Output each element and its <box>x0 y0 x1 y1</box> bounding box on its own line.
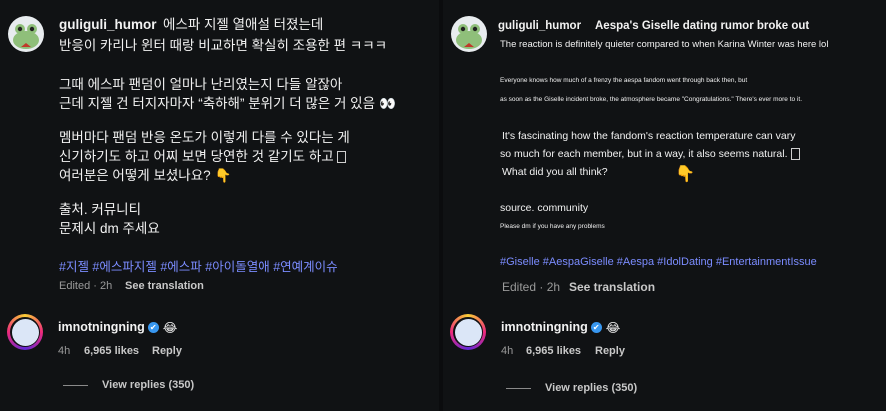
reply-author[interactable]: imnotningning ✔ 😂 <box>58 320 177 335</box>
comment-author[interactable]: guliguli_humor <box>498 20 581 32</box>
comment-line: 신기하기도 하고 어찌 보면 당연한 것 같기도 하고 <box>59 148 346 166</box>
reply-avatar[interactable] <box>450 314 486 350</box>
reply-likes[interactable]: 6,965 likes <box>84 345 139 357</box>
edited-time: Edited · 2h <box>502 280 561 294</box>
comment-line: 근데 지젤 건 터지자마자 “축하해” 분위기 더 많은 거 있음 👀 <box>59 96 396 112</box>
hashtags[interactable]: #지젤 #에스파지젤 #에스파 #아이돌열애 #연예계이슈 <box>59 256 338 275</box>
frog-avatar[interactable] <box>451 16 487 52</box>
comment-line: 반응이 카리나 윈터 때랑 비교하면 확실히 조용한 편 ㅋㅋㅋ <box>59 38 388 53</box>
view-replies-button[interactable]: View replies (350) <box>102 379 194 391</box>
reply-author[interactable]: imnotningning ✔ 😂 <box>501 320 620 335</box>
comment-line: Everyone knows how much of a frenzy the … <box>500 77 748 84</box>
laughing-emoji-icon: 😂 <box>162 321 178 336</box>
replies-divider <box>63 385 88 386</box>
comment-line: It's fascinating how the fandom's reacti… <box>502 130 796 142</box>
view-replies-button[interactable]: View replies (350) <box>545 382 637 394</box>
missing-glyph-icon <box>336 151 346 164</box>
comment-line: Please dm if you have any problems <box>500 223 605 230</box>
hashtags[interactable]: #Giselle #AespaGiselle #Aespa #IdolDatin… <box>500 256 817 268</box>
comment-line: 문제시 dm 주세요 <box>59 221 160 236</box>
original-comment-panel: guliguli_humor 에스파 지젤 열애설 터졌는데 반응이 카리나 윈… <box>0 0 438 411</box>
see-translation-link[interactable]: See translation <box>569 280 655 294</box>
verified-badge-icon: ✔ <box>590 322 602 334</box>
reply-button[interactable]: Reply <box>595 345 625 357</box>
comment-line: 그때 에스파 팬덤이 얼마나 난리였는지 다들 알잖아 <box>59 77 343 92</box>
comment-line: The reaction is definitely quieter compa… <box>500 39 829 50</box>
reply-likes[interactable]: 6,965 likes <box>526 345 581 357</box>
comment-line: 여러분은 어떻게 보셨나요? 👇 <box>59 168 232 184</box>
comment-line: What did you all think? <box>502 166 608 178</box>
translated-comment-panel: guliguli_humor Aespa's Giselle dating ru… <box>443 0 886 411</box>
reply-time: 4h <box>501 345 514 357</box>
eyes-icon: 👀 <box>379 96 396 112</box>
comment-line: as soon as the Giselle incident broke, t… <box>500 96 803 103</box>
comment-line: so much for each member, but in a way, i… <box>500 148 800 161</box>
comment-line: Aespa's Giselle dating rumor broke out <box>595 20 810 32</box>
see-translation-link[interactable]: See translation <box>125 280 204 292</box>
edited-time: Edited · 2h <box>59 280 113 292</box>
comment-line: 출처. 커뮤니티 <box>59 202 142 217</box>
frog-avatar[interactable] <box>8 16 44 52</box>
laughing-emoji-icon: 😂 <box>605 321 621 336</box>
reply-button[interactable]: Reply <box>152 345 182 357</box>
reply-avatar[interactable] <box>7 314 43 350</box>
comment-line: source. community <box>500 202 589 214</box>
reply-time: 4h <box>58 345 71 357</box>
missing-glyph-icon <box>790 148 800 161</box>
comment-line: 멤버마다 팬덤 반응 온도가 이렇게 다를 수 있다는 게 <box>59 130 350 145</box>
replies-divider <box>506 388 531 389</box>
comment-author[interactable]: guliguli_humor <box>59 17 157 32</box>
pointing-down-hand-icon: 👇 <box>675 166 695 183</box>
comment-line: 에스파 지젤 열애설 터졌는데 <box>163 17 324 32</box>
verified-badge-icon: ✔ <box>147 322 159 334</box>
pointing-down-hand-icon: 👇 <box>214 168 232 184</box>
